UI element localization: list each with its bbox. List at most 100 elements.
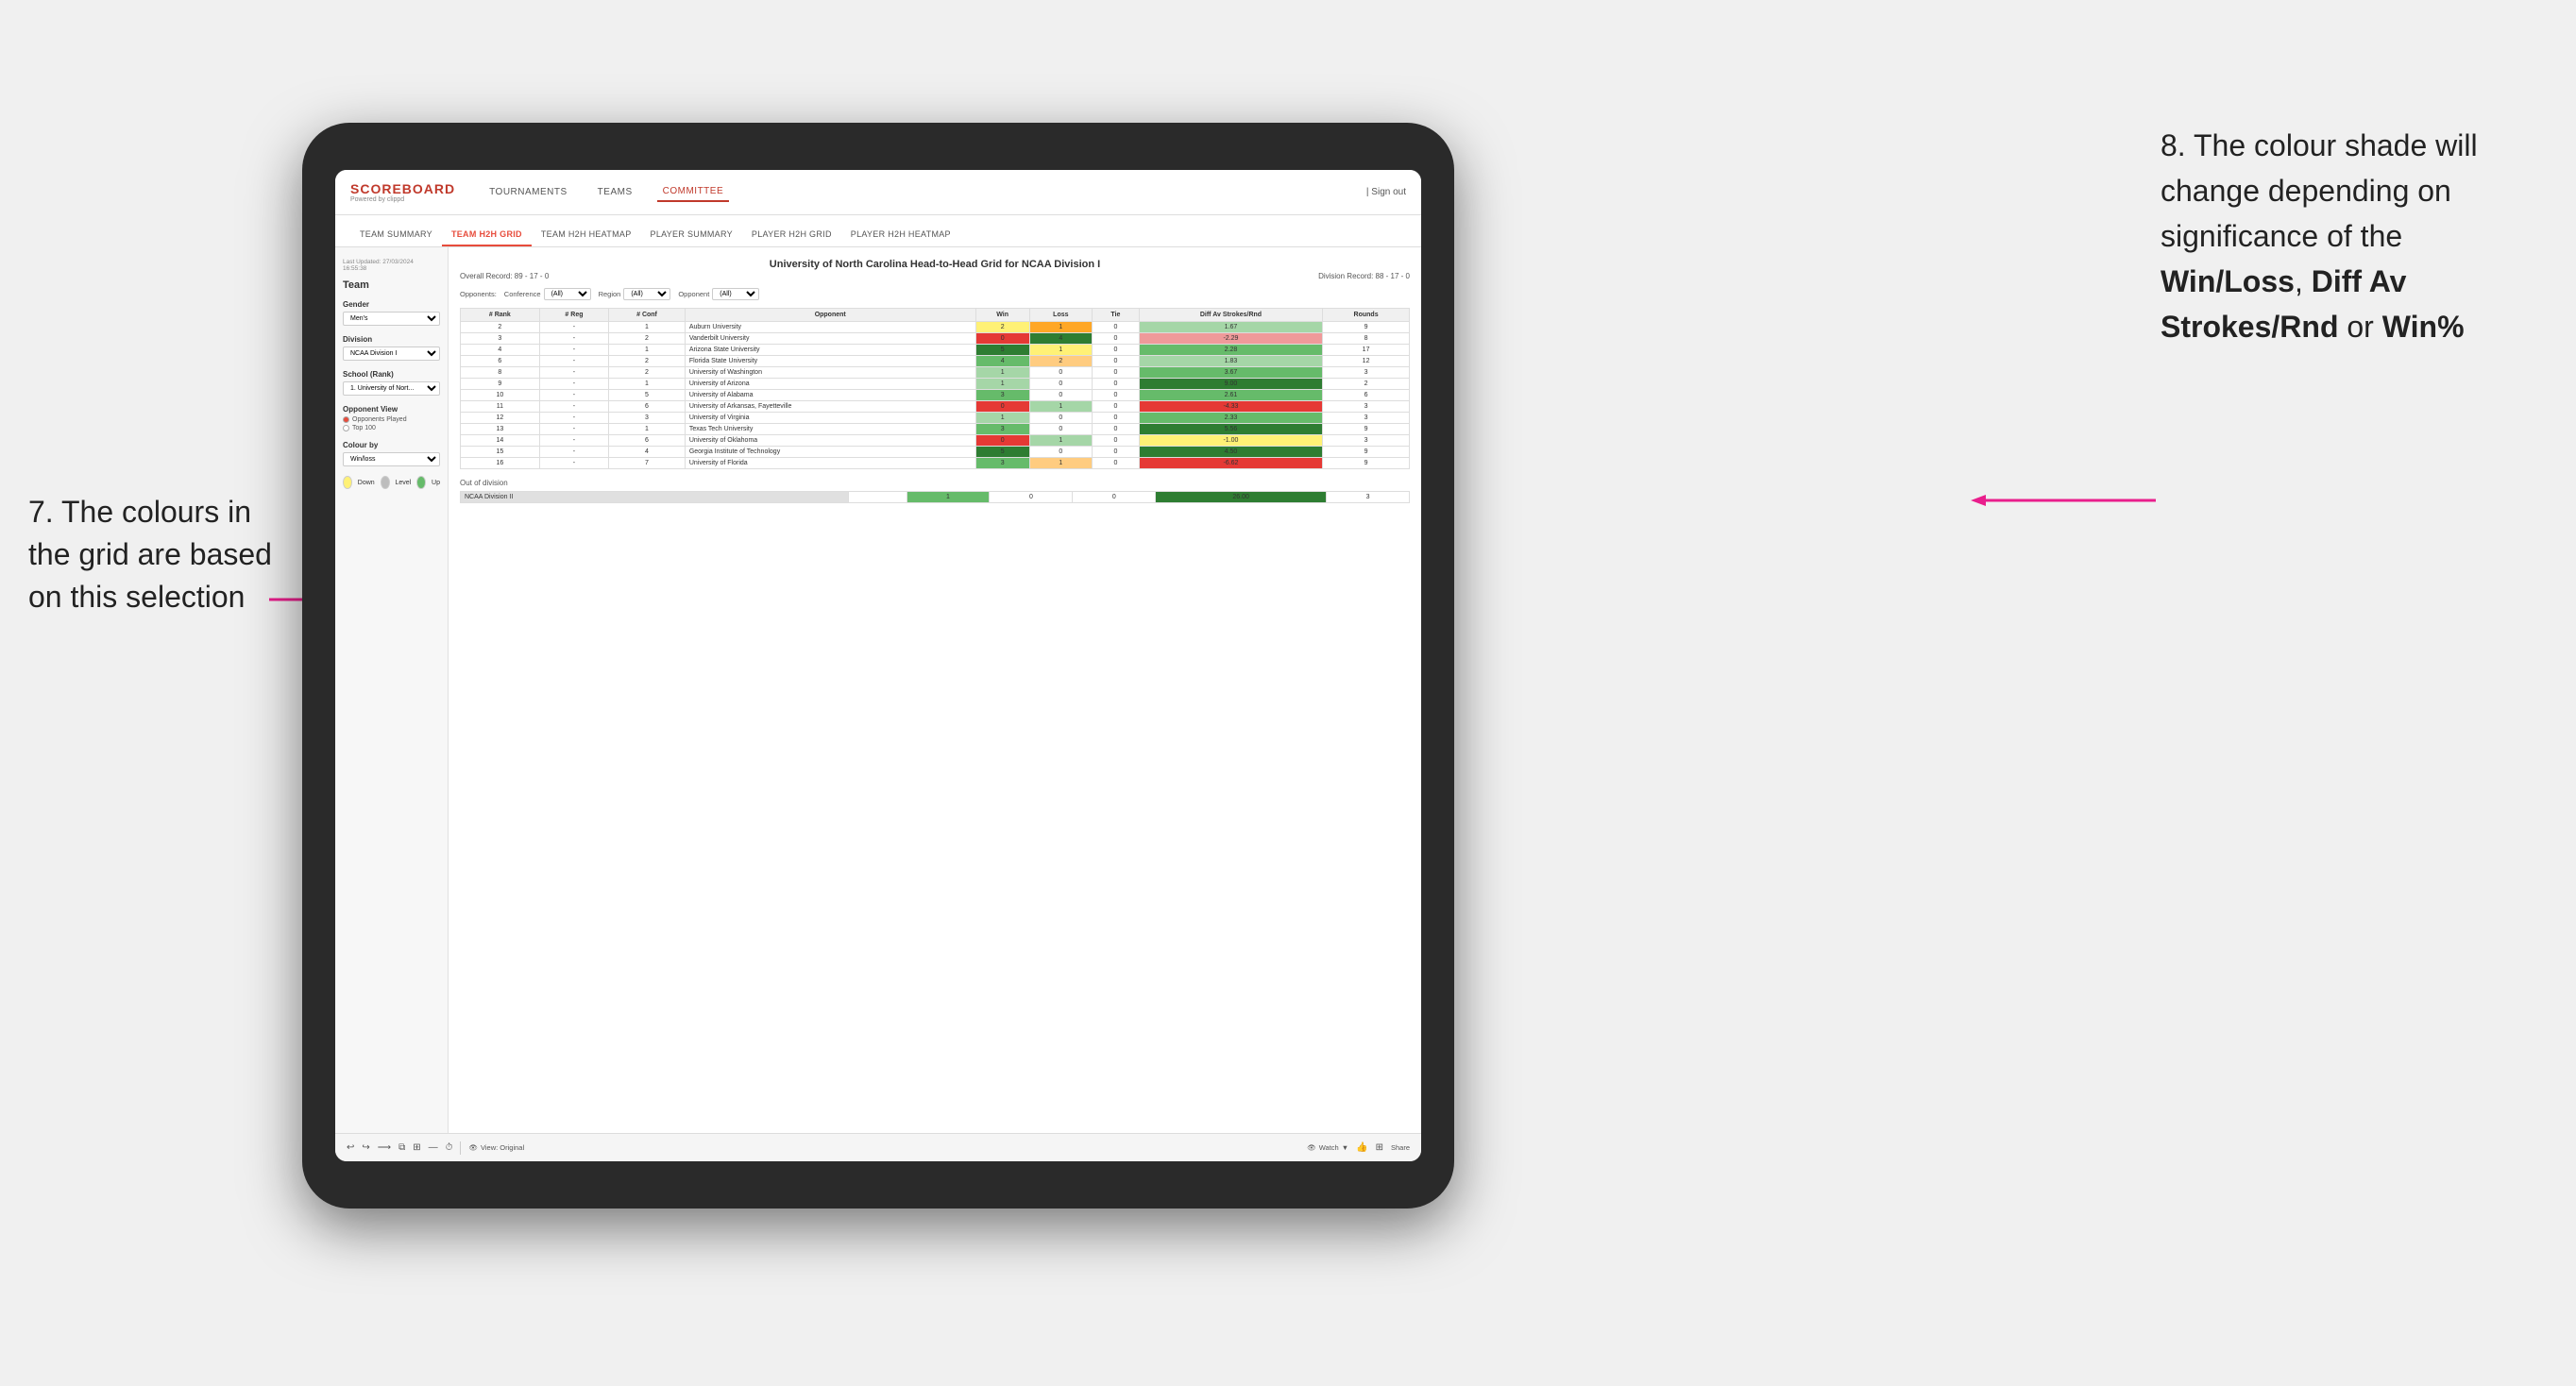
watch-icon: 👁 [1307,1143,1316,1152]
tab-team-summary[interactable]: TEAM SUMMARY [350,224,442,246]
toolbar-separator [460,1141,461,1155]
timestamp: Last Updated: 27/03/2024 16:55:38 [343,259,440,272]
colour-by-label: Colour by [343,441,440,449]
legend-level-dot [381,476,390,489]
legend-down-dot [343,476,352,489]
tab-team-h2h-grid[interactable]: TEAM H2H GRID [442,224,532,246]
sidebar-team-section: Team [343,279,440,291]
ood-loss: 0 [990,492,1073,503]
grid-title: University of North Carolina Head-to-Hea… [460,259,1410,270]
table-row: 14-6University of Oklahoma010-1.003 [461,435,1410,447]
watch-btn[interactable]: 👁 Watch ▼ [1307,1143,1348,1152]
forward-icon[interactable]: ⟶ [378,1142,391,1153]
conference-select[interactable]: (All) [544,288,591,300]
col-opponent: Opponent [685,309,975,322]
nav-committee[interactable]: COMMITTEE [657,182,730,202]
radio-opponents-played[interactable]: Opponents Played [343,416,440,423]
opponent-filter: Opponent (All) [678,288,759,300]
tab-player-summary[interactable]: PLAYER SUMMARY [641,224,742,246]
out-of-division-row: NCAA Division II 1 0 0 26.00 3 [461,492,1410,503]
school-label: School (Rank) [343,370,440,379]
tab-team-h2h-heatmap[interactable]: TEAM H2H HEATMAP [532,224,641,246]
sub-nav: TEAM SUMMARY TEAM H2H GRID TEAM H2H HEAT… [335,215,1421,247]
gender-select[interactable]: Men's [343,312,440,326]
grid-area: University of North Carolina Head-to-Hea… [449,247,1421,1133]
ood-win: 1 [907,492,990,503]
radio-dot-top100 [343,425,349,431]
gender-label: Gender [343,300,440,309]
sign-out-link[interactable]: | Sign out [1366,187,1406,197]
out-of-division-table: NCAA Division II 1 0 0 26.00 3 [460,491,1410,503]
opponent-select[interactable]: (All) [712,288,759,300]
division-select[interactable]: NCAA Division I [343,346,440,361]
view-icon: 👁 [468,1143,478,1152]
bottom-toolbar: ↩ ↪ ⟶ ⧉ ⊞ — ⏱ 👁 View: Original 👁 Watch ▼… [335,1133,1421,1161]
nav-teams[interactable]: TEAMS [592,183,638,201]
col-reg: # Reg [539,309,608,322]
sidebar-gender-section: Gender Men's [343,300,440,326]
radio-top100[interactable]: Top 100 [343,425,440,431]
dash-icon[interactable]: — [429,1142,438,1153]
division-label: Division [343,335,440,344]
out-of-division: Out of division NCAA Division II 1 0 0 2… [460,479,1410,503]
watch-arrow: ▼ [1342,1143,1348,1152]
col-win: Win [975,309,1029,322]
clock-icon[interactable]: ⏱ [446,1142,453,1153]
logo-sub: Powered by clippd [350,196,455,203]
filters-row: Opponents: Conference (All) Region (All) [460,288,1410,300]
col-tie: Tie [1093,309,1140,322]
share-btn[interactable]: Share [1391,1143,1410,1152]
view-original-btn[interactable]: 👁 View: Original [468,1143,524,1152]
main-content: Last Updated: 27/03/2024 16:55:38 Team G… [335,247,1421,1133]
sidebar-opponent-view-section: Opponent View Opponents Played Top 100 [343,405,440,431]
grid-subtitle: Overall Record: 89 - 17 - 0 Division Rec… [460,272,1410,280]
table-row: 8-2University of Washington1003.673 [461,367,1410,379]
radio-group: Opponents Played Top 100 [343,416,440,431]
table-header-row: # Rank # Reg # Conf Opponent Win Loss Ti… [461,309,1410,322]
ood-empty1 [849,492,907,503]
table-row: 15-4Georgia Institute of Technology5004.… [461,447,1410,458]
grid-icon[interactable]: ⊞ [413,1142,420,1153]
arrow-right-icon [1967,491,2156,510]
region-filter: Region (All) [599,288,671,300]
nav-tournaments[interactable]: TOURNAMENTS [483,183,573,201]
annotation-bold-winpct: Win% [2382,310,2465,344]
tab-player-h2h-heatmap[interactable]: PLAYER H2H HEATMAP [841,224,960,246]
redo-icon[interactable]: ↪ [362,1142,369,1153]
color-legend: Down Level Up [343,476,440,489]
undo-icon[interactable]: ↩ [347,1142,354,1153]
top-nav: SCOREBOARD Powered by clippd TOURNAMENTS… [335,170,1421,215]
tab-player-h2h-grid[interactable]: PLAYER H2H GRID [742,224,841,246]
table-row: 4-1Arizona State University5102.2817 [461,345,1410,356]
col-conf: # Conf [609,309,686,322]
ood-name: NCAA Division II [461,492,849,503]
region-select[interactable]: (All) [623,288,670,300]
table-row: 12-3University of Virginia1002.333 [461,413,1410,424]
sidebar-colour-section: Colour by Win/loss [343,441,440,466]
col-loss: Loss [1029,309,1092,322]
table-row: 10-5University of Alabama3002.616 [461,390,1410,401]
share-icon[interactable]: ⊞ [1376,1142,1383,1153]
legend-up-dot [416,476,426,489]
table-row: 13-1Texas Tech University3005.569 [461,424,1410,435]
annotation-right: 8. The colour shade will change dependin… [2161,123,2557,349]
legend-up-label: Up [432,480,440,486]
table-row: 6-2Florida State University4201.8312 [461,356,1410,367]
table-row: 11-6University of Arkansas, Fayetteville… [461,401,1410,413]
sidebar-division-section: Division NCAA Division I [343,335,440,361]
h2h-table: # Rank # Reg # Conf Opponent Win Loss Ti… [460,308,1410,469]
like-icon[interactable]: 👍 [1356,1142,1367,1153]
tablet-screen: SCOREBOARD Powered by clippd TOURNAMENTS… [335,170,1421,1161]
logo-area: SCOREBOARD Powered by clippd [350,181,455,203]
school-select[interactable]: 1. University of Nort... [343,381,440,396]
col-rank: # Rank [461,309,540,322]
overall-record: Overall Record: 89 - 17 - 0 [460,272,549,280]
conference-filter: Conference (All) [504,288,591,300]
copy-icon[interactable]: ⧉ [398,1142,405,1153]
ood-diff: 26.00 [1156,492,1327,503]
colour-by-select[interactable]: Win/loss [343,452,440,466]
ood-tie: 0 [1073,492,1156,503]
ood-rounds: 3 [1327,492,1410,503]
opponent-view-label: Opponent View [343,405,440,414]
tablet-device: SCOREBOARD Powered by clippd TOURNAMENTS… [302,123,1454,1209]
